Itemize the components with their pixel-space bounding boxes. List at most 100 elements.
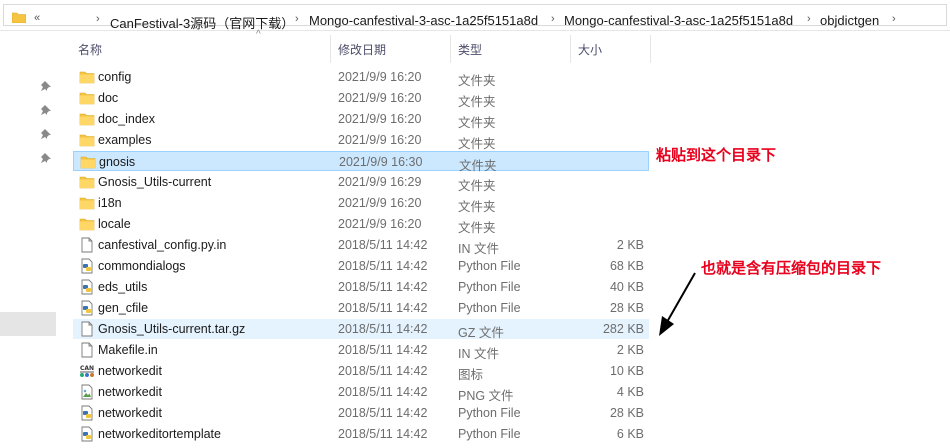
- column-header: ^ 名称 修改日期 类型 大小: [60, 29, 660, 63]
- file-name: networkeditortemplate: [98, 427, 221, 441]
- pin-icon[interactable]: [40, 152, 52, 164]
- annotation-archive-dir: 也就是含有压缩包的目录下: [701, 260, 882, 277]
- file-row[interactable]: locale 2021/9/9 16:20 文件夹: [73, 214, 649, 235]
- file-type: GZ 文件: [458, 326, 504, 340]
- file-name: networkedit: [98, 385, 162, 399]
- column-divider[interactable]: [450, 35, 451, 63]
- file-type: 文件夹: [458, 74, 496, 88]
- file-row[interactable]: gen_cfile 2018/5/11 14:42 Python File 28 KB: [73, 298, 649, 318]
- file-type: PNG 文件: [458, 389, 514, 403]
- file-type: 图标: [458, 368, 484, 382]
- file-date: 2018/5/11 14:42: [338, 280, 428, 294]
- chevron-right-icon[interactable]: ›: [551, 13, 555, 25]
- pin-icon[interactable]: [40, 104, 52, 116]
- column-date[interactable]: 修改日期: [338, 41, 386, 58]
- file-size: 2 KB: [616, 343, 644, 357]
- chevron-right-icon[interactable]: ›: [807, 13, 811, 25]
- folder-icon: [79, 132, 95, 148]
- chevron-right-icon[interactable]: ›: [295, 13, 299, 25]
- file-type: 文件夹: [458, 116, 496, 130]
- pin-icon[interactable]: [40, 128, 52, 140]
- file-date: 2018/5/11 14:42: [338, 364, 428, 378]
- file-size: 68 KB: [609, 259, 644, 273]
- file-name: doc: [98, 91, 119, 105]
- file-row[interactable]: doc 2021/9/9 16:20 文件夹: [73, 88, 649, 109]
- file-size: 4 KB: [616, 385, 644, 399]
- file-type: 文件夹: [458, 200, 496, 214]
- file-row[interactable]: eds_utils 2018/5/11 14:42 Python File 40 KB: [73, 277, 649, 297]
- pin-icon[interactable]: [40, 80, 52, 92]
- file-type: 文件夹: [458, 137, 496, 151]
- file-name: Gnosis_Utils-current: [98, 175, 212, 189]
- file-date: 2018/5/11 14:42: [338, 385, 428, 399]
- file-row[interactable]: Gnosis_Utils-current.tar.gz 2018/5/11 14:…: [73, 319, 649, 340]
- file-name: locale: [98, 217, 131, 231]
- file-name: i18n: [98, 196, 122, 210]
- file-date: 2018/5/11 14:42: [338, 238, 428, 252]
- annotation-paste-here: 粘贴到这个目录下: [656, 147, 777, 164]
- column-divider[interactable]: [650, 35, 651, 63]
- file-size: 10 KB: [609, 364, 644, 378]
- file-row[interactable]: CAN networkedit 2018/5/11 14:42 图标 10 KB: [73, 361, 649, 382]
- file-row[interactable]: doc_index 2021/9/9 16:20 文件夹: [73, 109, 649, 130]
- folder-icon: [79, 90, 95, 106]
- breadcrumb-item[interactable]: objdictgen: [820, 13, 879, 28]
- chevron-right-icon[interactable]: ›: [892, 13, 896, 25]
- folder-icon: [79, 111, 95, 127]
- file-row[interactable]: i18n 2021/9/9 16:20 文件夹: [73, 193, 649, 214]
- folder-icon: [79, 216, 95, 232]
- column-type[interactable]: 类型: [458, 41, 482, 58]
- file-row[interactable]: Gnosis_Utils-current 2021/9/9 16:29 文件夹: [73, 172, 649, 193]
- breadcrumb-item[interactable]: CanFestival-3源码（官网下载）: [110, 13, 294, 32]
- file-row[interactable]: canfestival_config.py.in 2018/5/11 14:42 I…: [73, 235, 649, 256]
- file-name: doc_index: [98, 112, 155, 126]
- navigation-pane: [0, 31, 60, 448]
- file-type: IN 文件: [458, 242, 499, 256]
- breadcrumb-item[interactable]: Mongo-canfestival-3-asc-1a25f5151a8d: [564, 13, 793, 28]
- column-divider[interactable]: [330, 35, 331, 63]
- file-name: networkedit: [98, 406, 162, 420]
- file-row[interactable]: commondialogs 2018/5/11 14:42 Python File 6…: [73, 256, 649, 276]
- svg-text:CAN: CAN: [80, 365, 94, 372]
- file-name: commondialogs: [98, 259, 186, 273]
- file-date: 2021/9/9 16:20: [338, 112, 422, 126]
- file-name: networkedit: [98, 364, 162, 378]
- file-size: 2 KB: [616, 238, 644, 252]
- file-date: 2021/9/9 16:20: [338, 133, 422, 147]
- file-date: 2018/5/11 14:42: [338, 322, 428, 336]
- file-row[interactable]: networkeditortemplate 2018/5/11 14:42 Pyth…: [73, 424, 649, 444]
- arrow-icon: [659, 272, 696, 336]
- file-type: Python File: [458, 259, 521, 273]
- python-file-icon: [79, 279, 95, 295]
- file-name: gnosis: [99, 155, 136, 169]
- file-row[interactable]: networkedit 2018/5/11 14:42 Python File 28 …: [73, 403, 649, 423]
- file-icon: [79, 342, 95, 358]
- overflow-chevron-icon[interactable]: «: [34, 12, 40, 24]
- file-date: 2021/9/9 16:30: [339, 155, 423, 169]
- file-size: 28 KB: [609, 301, 644, 315]
- file-name: gen_cfile: [98, 301, 149, 315]
- python-file-icon: [79, 426, 95, 442]
- file-row[interactable]: networkedit 2018/5/11 14:42 PNG 文件 4 KB: [73, 382, 649, 403]
- file-row[interactable]: config 2021/9/9 16:20 文件夹: [73, 67, 649, 88]
- breadcrumb[interactable]: « › CanFestival-3源码（官网下载） › Mongo-canfes…: [3, 4, 947, 31]
- column-size[interactable]: 大小: [578, 41, 602, 58]
- file-name: examples: [98, 133, 152, 147]
- nav-selected-item[interactable]: [0, 312, 56, 336]
- chevron-right-icon[interactable]: ›: [96, 13, 100, 25]
- file-type: Python File: [458, 427, 521, 441]
- file-row[interactable]: examples 2021/9/9 16:20 文件夹: [73, 130, 649, 151]
- folder-icon: [79, 195, 95, 211]
- column-divider[interactable]: [570, 35, 571, 63]
- file-date: 2018/5/11 14:42: [338, 406, 428, 420]
- file-row[interactable]: Makefile.in 2018/5/11 14:42 IN 文件 2 KB: [73, 340, 649, 361]
- column-name[interactable]: 名称: [78, 41, 102, 58]
- python-file-icon: [79, 405, 95, 421]
- file-date: 2018/5/11 14:42: [338, 427, 428, 441]
- file-size: 40 KB: [609, 280, 644, 294]
- file-row[interactable]: gnosis 2021/9/9 16:30 文件夹: [73, 151, 649, 173]
- breadcrumb-item[interactable]: Mongo-canfestival-3-asc-1a25f5151a8d: [309, 13, 538, 28]
- file-date: 2018/5/11 14:42: [338, 301, 428, 315]
- file-type: 文件夹: [458, 221, 496, 235]
- file-type: 文件夹: [458, 95, 496, 109]
